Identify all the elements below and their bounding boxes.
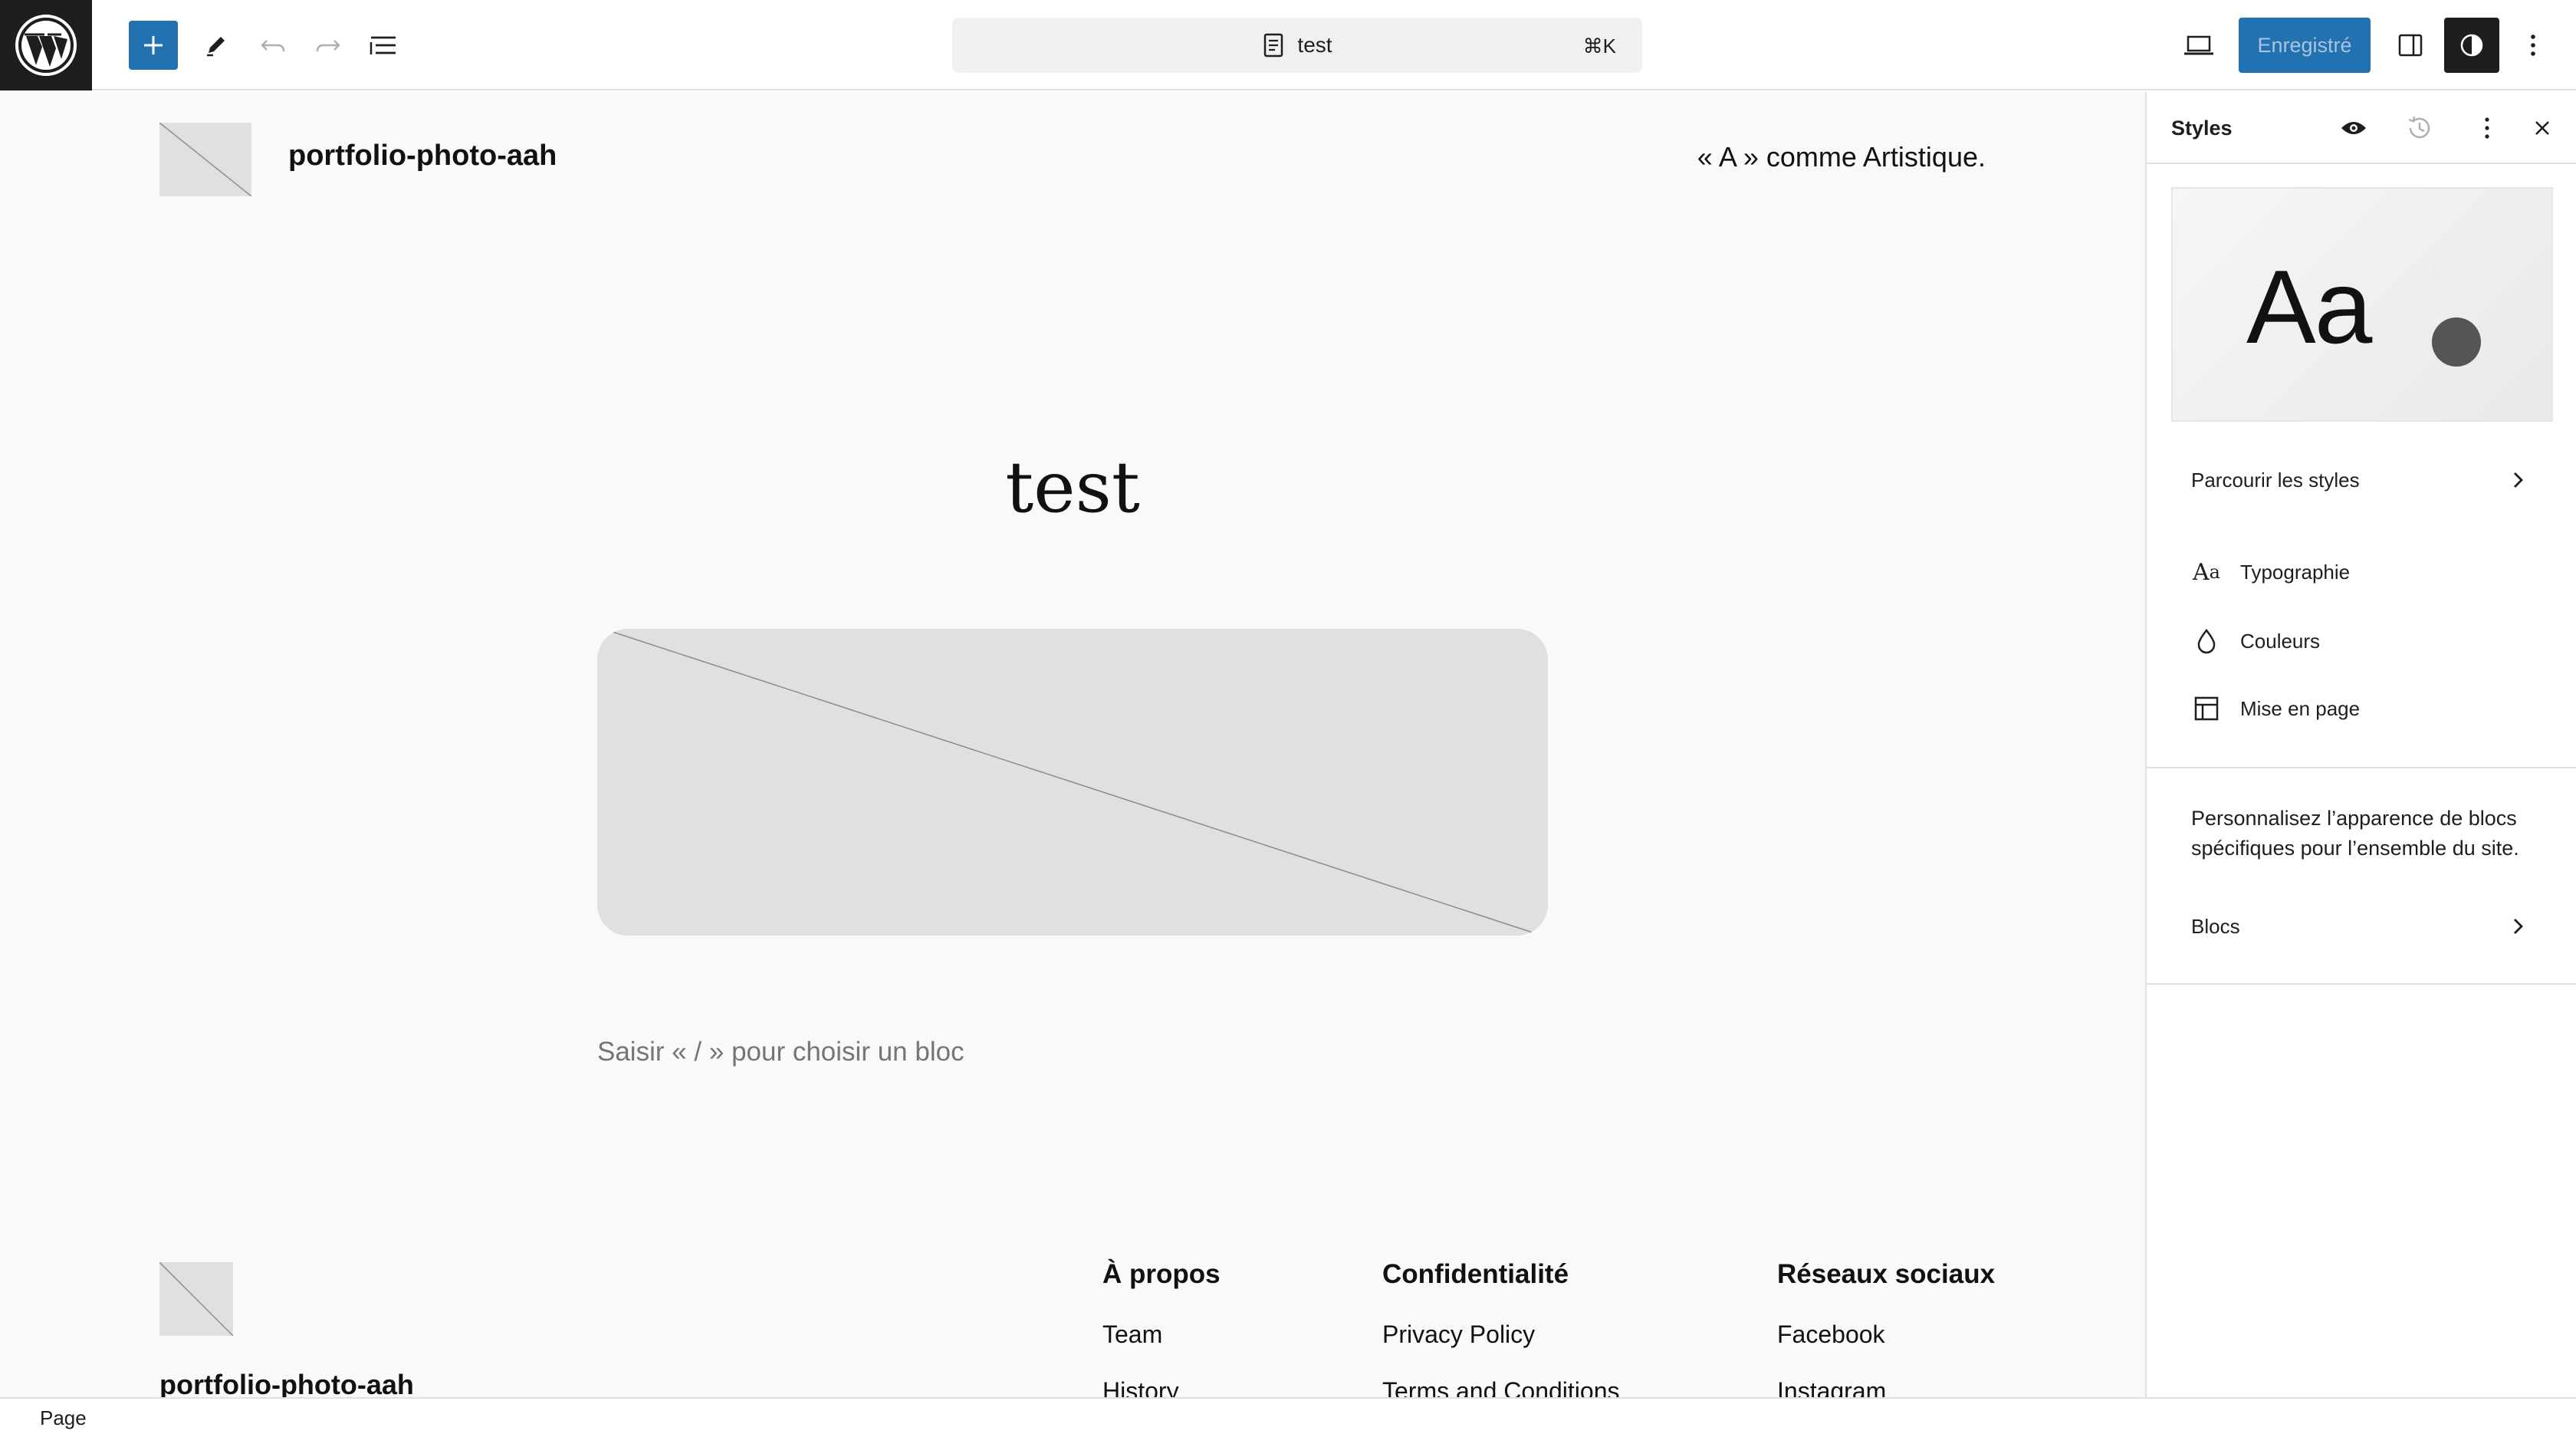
blocks-description: Personnalisez l’apparence de blocs spéci… <box>2191 807 2519 860</box>
redo-button[interactable] <box>304 21 353 70</box>
footer-link[interactable]: Team <box>1102 1321 1221 1377</box>
more-vertical-icon <box>2485 117 2489 139</box>
undo-button[interactable] <box>248 21 297 70</box>
footer-column-social: Réseaux sociaux Facebook Instagram <box>1777 1259 1995 1397</box>
style-book-button[interactable] <box>2338 113 2369 143</box>
styles-sidebar: Styles Aa Parcourir les styles A a Typog… <box>2145 92 2576 1397</box>
site-title[interactable]: portfolio-photo-aah <box>288 140 557 173</box>
featured-image-placeholder[interactable] <box>597 629 1548 936</box>
style-preview[interactable]: Aa <box>2171 187 2553 422</box>
page-icon <box>1264 33 1283 58</box>
footer-column-about: À propos Team History <box>1102 1259 1221 1397</box>
sidebar-more-button[interactable] <box>2472 113 2502 143</box>
footer-link[interactable]: History <box>1102 1377 1221 1397</box>
sidebar-item-label: Couleurs <box>2240 629 2321 653</box>
options-menu-button[interactable] <box>2509 21 2558 70</box>
color-drop-icon <box>2191 626 2222 656</box>
pencil-icon <box>207 37 225 57</box>
typography-icon: Aa <box>2193 558 2220 586</box>
browse-styles-item[interactable]: Parcourir les styles <box>2171 449 2553 511</box>
shortcut-hint: ⌘K <box>1582 35 1616 58</box>
footer-heading[interactable]: Confidentialité <box>1382 1259 1619 1290</box>
footer-link[interactable]: Privacy Policy <box>1382 1321 1619 1377</box>
styles-toggle-button[interactable] <box>2444 18 2499 73</box>
preview-typography-sample: Aa <box>2246 248 2372 365</box>
eye-icon <box>2341 122 2366 134</box>
chevron-right-icon <box>2504 913 2532 940</box>
close-icon <box>2535 121 2549 135</box>
sidebar-title: Styles <box>2171 117 2233 140</box>
blocks-item[interactable]: Blocs <box>2171 896 2553 957</box>
command-palette-bar[interactable]: test ⌘K <box>952 18 1642 73</box>
device-preview-button[interactable] <box>2174 21 2223 70</box>
site-logo-placeholder[interactable] <box>159 123 251 196</box>
sidebar-item-layout[interactable]: Mise en page <box>2171 678 2553 739</box>
breadcrumb-item-page[interactable]: Page <box>40 1406 87 1430</box>
footer-link[interactable]: Terms and Conditions <box>1382 1377 1619 1397</box>
document-title: test <box>1297 33 1332 57</box>
sidebar-item-label: Typographie <box>2240 560 2351 584</box>
undo-icon <box>261 40 285 52</box>
footer-column-privacy: Confidentialité Privacy Policy Terms and… <box>1382 1259 1619 1397</box>
sidebar-item-colors[interactable]: Couleurs <box>2171 610 2553 672</box>
layout-icon <box>2191 693 2222 724</box>
plus-icon <box>144 36 163 54</box>
contrast-icon <box>2460 34 2483 57</box>
page-title[interactable]: test <box>0 446 2145 528</box>
footer-heading[interactable]: À propos <box>1102 1259 1221 1290</box>
footer-link[interactable]: Facebook <box>1777 1321 1995 1377</box>
preview-color-swatch-dark <box>2432 317 2481 367</box>
revisions-button[interactable] <box>2404 113 2435 143</box>
redo-icon <box>316 40 340 52</box>
browse-styles-label: Parcourir les styles <box>2191 468 2360 492</box>
chevron-right-icon <box>2504 466 2532 494</box>
footer-site-title[interactable]: portfolio-photo-aah <box>159 1369 414 1397</box>
document-overview-button[interactable] <box>359 21 408 70</box>
save-button-label: Enregistré <box>2257 33 2352 57</box>
footer-link[interactable]: Instagram <box>1777 1377 1995 1397</box>
divider <box>2147 767 2576 768</box>
settings-panel-toggle[interactable] <box>2386 21 2435 70</box>
footer-heading[interactable]: Réseaux sociaux <box>1777 1259 1995 1290</box>
list-view-icon <box>370 36 396 54</box>
sidebar-header: Styles <box>2147 92 2576 164</box>
footer-logo-placeholder[interactable] <box>159 1262 233 1336</box>
editor-canvas[interactable]: portfolio-photo-aah « A » comme Artistiq… <box>0 92 2145 1397</box>
sidebar-icon <box>2398 34 2423 57</box>
block-appender-placeholder[interactable]: Saisir « / » pour choisir un bloc <box>597 1037 964 1067</box>
history-icon <box>2408 116 2430 139</box>
sidebar-item-label: Mise en page <box>2240 696 2361 720</box>
wordpress-logo-icon[interactable] <box>0 0 92 90</box>
preview-color-swatch-light <box>2432 244 2481 293</box>
block-breadcrumb-bar: Page <box>0 1397 2576 1434</box>
sidebar-item-typography[interactable]: Aa Typographie <box>2171 541 2553 603</box>
more-vertical-icon <box>2531 35 2535 56</box>
blocks-label: Blocs <box>2191 914 2240 938</box>
close-sidebar-button[interactable] <box>2527 113 2558 143</box>
edit-tool-button[interactable] <box>192 21 241 70</box>
block-inserter-button[interactable] <box>129 21 178 70</box>
save-button[interactable]: Enregistré <box>2239 18 2371 73</box>
editor-toolbar: test ⌘K Enregistré <box>0 0 2576 90</box>
divider <box>2147 983 2576 985</box>
site-tagline[interactable]: « A » comme Artistique. <box>1697 141 1986 173</box>
laptop-icon <box>2184 35 2213 55</box>
